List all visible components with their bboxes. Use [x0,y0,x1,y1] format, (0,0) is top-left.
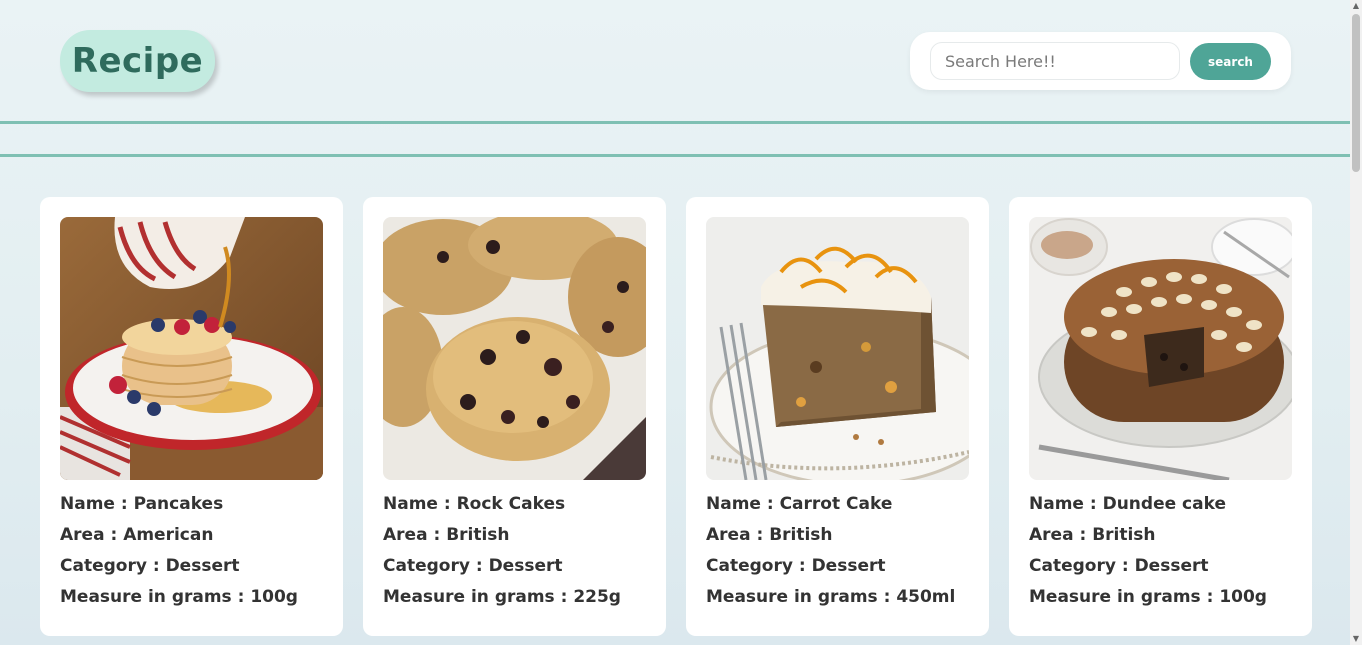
recipe-details: Name : Dundee cake Area : British Catego… [1029,493,1292,617]
scroll-thumb[interactable] [1352,14,1360,172]
recipe-measure: Measure in grams : 450ml [706,587,956,607]
page: Recipe search [0,0,1350,645]
recipe-details: Name : Carrot Cake Area : British Catego… [706,493,969,617]
recipe-measure: Measure in grams : 100g [60,587,298,607]
scroll-up-arrow-icon[interactable]: ▲ [1352,1,1360,11]
recipe-measure: Measure in grams : 100g [1029,587,1267,607]
search-input[interactable] [930,42,1180,80]
recipe-area: Area : American [60,525,214,545]
recipe-area: Area : British [706,525,833,545]
divider-bottom [0,154,1350,157]
recipe-image-rock-cakes [383,217,646,480]
recipe-name: Name : Rock Cakes [383,494,566,514]
search-button[interactable]: search [1190,43,1271,80]
divider-top [0,121,1350,124]
recipe-card[interactable]: Name : Pancakes Area : American Category… [40,197,343,636]
recipe-area: Area : British [1029,525,1156,545]
recipe-details: Name : Rock Cakes Area : British Categor… [383,493,646,617]
recipe-category: Category : Dessert [383,556,563,576]
recipe-area: Area : British [383,525,510,545]
recipe-image-pancakes [60,217,323,480]
search-bar: search [910,32,1291,90]
recipe-image-dundee-cake [1029,217,1292,480]
recipe-card[interactable]: Name : Rock Cakes Area : British Categor… [363,197,666,636]
recipe-measure: Measure in grams : 225g [383,587,621,607]
recipe-image-carrot-cake [706,217,969,480]
recipe-name: Name : Pancakes [60,494,224,514]
recipe-name: Name : Carrot Cake [706,494,893,514]
recipe-category: Category : Dessert [60,556,240,576]
recipe-card[interactable]: Name : Dundee cake Area : British Catego… [1009,197,1312,636]
scroll-down-arrow-icon[interactable]: ▼ [1352,634,1360,644]
vertical-scrollbar[interactable]: ▲ ▼ [1350,0,1362,645]
recipe-details: Name : Pancakes Area : American Category… [60,493,323,617]
recipe-grid: Name : Pancakes Area : American Category… [40,197,1312,636]
logo-text: Recipe [71,41,204,81]
recipe-name: Name : Dundee cake [1029,494,1226,514]
recipe-card[interactable]: Name : Carrot Cake Area : British Catego… [686,197,989,636]
recipe-category: Category : Dessert [706,556,886,576]
recipe-category: Category : Dessert [1029,556,1209,576]
logo[interactable]: Recipe [60,30,215,92]
